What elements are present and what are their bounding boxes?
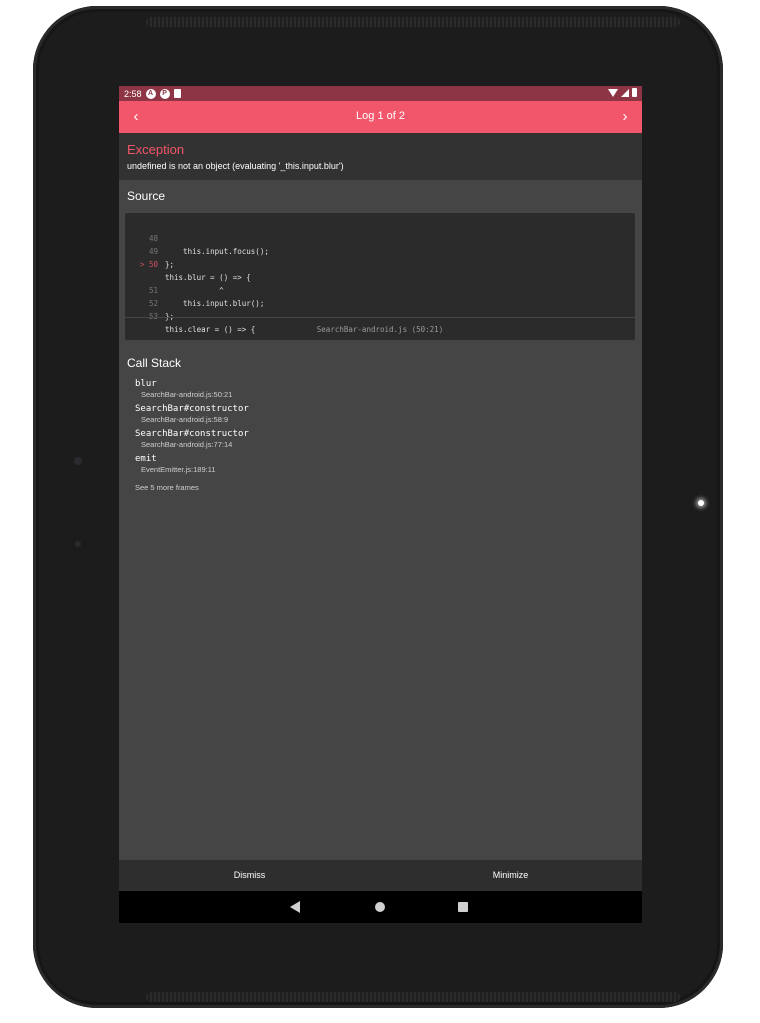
- status-bar: 2:58 A P: [119, 86, 642, 101]
- front-camera: [74, 457, 82, 465]
- log-header: ‹ Log 1 of 2 ›: [119, 101, 642, 133]
- exception-title: Exception: [127, 142, 185, 157]
- frame-location: EventEmitter.js:189:11: [141, 465, 216, 474]
- frame-function: SearchBar#constructor: [135, 404, 249, 414]
- a-icon: A: [145, 88, 156, 99]
- screen: 2:58 A P ‹ Log 1 of 2 › Exception undefi…: [119, 86, 642, 923]
- status-time: 2:58: [124, 88, 142, 99]
- code-line: 48 this.input.focus();: [125, 219, 635, 256]
- recents-icon[interactable]: [458, 902, 468, 912]
- sensor-dot: [75, 541, 81, 547]
- code-line: 51 this.input.blur();: [125, 271, 635, 308]
- code-line-highlighted: > 50 this.blur = () => {: [125, 245, 635, 282]
- signal-icon: [621, 88, 629, 97]
- notification-led: [698, 500, 704, 506]
- stack-frame[interactable]: emit EventEmitter.js:189:11: [135, 454, 249, 479]
- code-line: 53 this.clear = () => {: [125, 297, 635, 334]
- frame-function: emit: [135, 454, 157, 464]
- exception-message: undefined is not an object (evaluating '…: [127, 161, 344, 171]
- stack-frame[interactable]: blur SearchBar-android.js:50:21: [135, 379, 249, 404]
- source-code-box[interactable]: 48 this.input.focus(); 49 }; > 50 this.b…: [125, 213, 635, 340]
- frame-location: SearchBar-android.js:77:14: [141, 440, 233, 449]
- exception-panel: Exception undefined is not an object (ev…: [119, 133, 642, 180]
- frame-function: SearchBar#constructor: [135, 429, 249, 439]
- minimize-button[interactable]: Minimize: [380, 860, 641, 891]
- code-line: 52 };: [125, 284, 635, 321]
- android-nav-bar: [119, 891, 642, 923]
- sd-card-icon: [173, 89, 181, 98]
- code-lines: 48 this.input.focus(); 49 }; > 50 this.b…: [125, 219, 635, 334]
- frame-location: SearchBar-android.js:50:21: [141, 390, 233, 399]
- battery-icon: [632, 88, 637, 97]
- source-file-location[interactable]: SearchBar-android.js (50:21): [125, 317, 635, 341]
- home-icon[interactable]: [375, 902, 385, 912]
- code-line: 49 };: [125, 232, 635, 269]
- p-icon: P: [159, 88, 170, 99]
- source-title: Source: [127, 189, 166, 203]
- chevron-right-icon: ›: [622, 108, 628, 125]
- stack-frame[interactable]: SearchBar#constructor SearchBar-android.…: [135, 429, 249, 454]
- footer-actions: Dismiss Minimize: [119, 860, 642, 891]
- log-title: Log 1 of 2: [356, 110, 405, 122]
- bottom-speaker-grille: [146, 992, 680, 1002]
- code-line-caret: ^: [125, 258, 635, 295]
- call-stack-title: Call Stack: [127, 356, 182, 370]
- see-more-frames-link[interactable]: See 5 more frames: [135, 483, 199, 492]
- dismiss-button[interactable]: Dismiss: [119, 860, 380, 891]
- back-icon[interactable]: [290, 901, 300, 913]
- call-stack-list: blur SearchBar-android.js:50:21 SearchBa…: [135, 379, 249, 479]
- next-log-button[interactable]: ›: [615, 107, 635, 127]
- stack-frame[interactable]: SearchBar#constructor SearchBar-android.…: [135, 404, 249, 429]
- frame-function: blur: [135, 379, 157, 389]
- wifi-icon: [608, 88, 618, 97]
- top-speaker-grille: [146, 17, 680, 27]
- frame-location: SearchBar-android.js:58:9: [141, 415, 229, 424]
